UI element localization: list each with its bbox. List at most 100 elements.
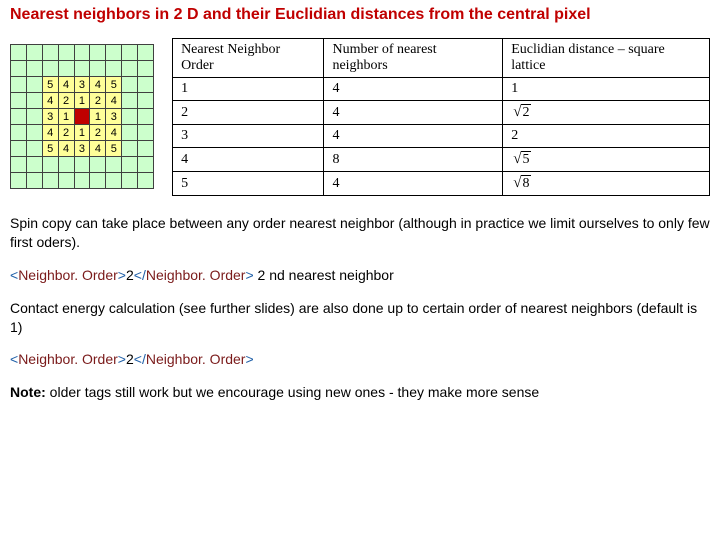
lattice-cell: [11, 93, 27, 109]
lattice-cell: [26, 157, 42, 173]
lattice-cell: [74, 61, 90, 77]
lattice-cell: [122, 45, 138, 61]
figure-row: 543454212431134212454345 Nearest Neighbo…: [10, 38, 710, 196]
lattice-cell: [138, 173, 154, 189]
lattice-cell: [122, 61, 138, 77]
lattice-cell: [138, 157, 154, 173]
table-row: 342: [173, 125, 710, 148]
lattice-cell: [26, 77, 42, 93]
note-paragraph: Note: older tags still work but we encou…: [10, 383, 710, 402]
lattice-cell: [42, 45, 58, 61]
lattice-cell: [138, 141, 154, 157]
lattice-cell: 1: [74, 93, 90, 109]
nn-order: 1: [173, 78, 324, 101]
nn-header: Euclidian distance – square lattice: [503, 39, 710, 78]
lattice-cell: 3: [106, 109, 122, 125]
lattice-cell: 4: [106, 93, 122, 109]
lattice-cell: [58, 45, 74, 61]
table-row: 548: [173, 172, 710, 196]
lattice-cell: [138, 77, 154, 93]
lattice-cell: 4: [42, 125, 58, 141]
lattice-cell: 2: [58, 125, 74, 141]
nn-order: 5: [173, 172, 324, 196]
nn-header: Number of nearest neighbors: [324, 39, 503, 78]
lattice-cell: [11, 141, 27, 157]
table-row: 141: [173, 78, 710, 101]
lattice-cell: 5: [106, 77, 122, 93]
lattice-cell: 5: [106, 141, 122, 157]
lattice-diagram: 543454212431134212454345: [10, 38, 154, 189]
nn-distance: 2: [503, 125, 710, 148]
nn-order: 3: [173, 125, 324, 148]
lattice-cell: 5: [42, 141, 58, 157]
xml-example-2: <Neighbor. Order>2</Neighbor. Order>: [10, 350, 710, 369]
lattice-cell: 1: [74, 125, 90, 141]
lattice-cell: 4: [58, 141, 74, 157]
lattice-cell: [138, 93, 154, 109]
nn-distance: 1: [503, 78, 710, 101]
lattice-cell: [138, 109, 154, 125]
lattice-cell: [11, 109, 27, 125]
lattice-cell: [26, 93, 42, 109]
note-label: Note:: [10, 384, 46, 400]
lattice-cell: [74, 45, 90, 61]
paragraph-spin-copy: Spin copy can take place between any ord…: [10, 214, 710, 252]
lattice-cell: [11, 125, 27, 141]
nn-distance: 2: [503, 101, 710, 125]
lattice-cell: 4: [90, 141, 106, 157]
lattice-cell: 4: [106, 125, 122, 141]
lattice-cell: [26, 125, 42, 141]
paragraph-contact-energy: Contact energy calculation (see further …: [10, 299, 710, 337]
lattice-cell: 5: [42, 77, 58, 93]
lattice-cell: [11, 157, 27, 173]
lattice-cell: [90, 157, 106, 173]
lattice-cell: [122, 77, 138, 93]
lattice-cell: [58, 157, 74, 173]
lattice-cell: [74, 109, 90, 125]
lattice-cell: [26, 45, 42, 61]
nn-distance: 5: [503, 148, 710, 172]
lattice-cell: [74, 157, 90, 173]
lattice-cell: 1: [58, 109, 74, 125]
lattice-cell: 2: [58, 93, 74, 109]
lattice-cell: [58, 173, 74, 189]
lattice-cell: [26, 173, 42, 189]
lattice-cell: [122, 125, 138, 141]
nn-header: Nearest Neighbor Order: [173, 39, 324, 78]
note-text: older tags still work but we encourage u…: [46, 384, 539, 400]
lattice-cell: [90, 61, 106, 77]
lattice-cell: [90, 173, 106, 189]
lattice-cell: [26, 61, 42, 77]
lattice-cell: [122, 93, 138, 109]
lattice-cell: [11, 61, 27, 77]
lattice-cell: [90, 45, 106, 61]
lattice-cell: 4: [58, 77, 74, 93]
lattice-cell: [11, 77, 27, 93]
nn-count: 4: [324, 172, 503, 196]
lattice-cell: [106, 61, 122, 77]
lattice-cell: 2: [90, 93, 106, 109]
nn-count: 8: [324, 148, 503, 172]
lattice-cell: [106, 157, 122, 173]
lattice-cell: [138, 125, 154, 141]
lattice-cell: [11, 45, 27, 61]
lattice-cell: 4: [42, 93, 58, 109]
lattice-cell: 1: [90, 109, 106, 125]
lattice-cell: [106, 173, 122, 189]
lattice-cell: [26, 141, 42, 157]
lattice-cell: [11, 173, 27, 189]
lattice-cell: [58, 61, 74, 77]
lattice-cell: 3: [74, 141, 90, 157]
nn-count: 4: [324, 101, 503, 125]
nn-count: 4: [324, 125, 503, 148]
lattice-cell: 4: [90, 77, 106, 93]
nn-count: 4: [324, 78, 503, 101]
lattice-cell: [106, 45, 122, 61]
lattice-cell: [138, 45, 154, 61]
xml-example-1: <Neighbor. Order>2</Neighbor. Order> 2 n…: [10, 266, 710, 285]
nn-distance: 8: [503, 172, 710, 196]
lattice-cell: [42, 61, 58, 77]
lattice-cell: [122, 109, 138, 125]
nn-order: 4: [173, 148, 324, 172]
lattice-cell: [42, 157, 58, 173]
